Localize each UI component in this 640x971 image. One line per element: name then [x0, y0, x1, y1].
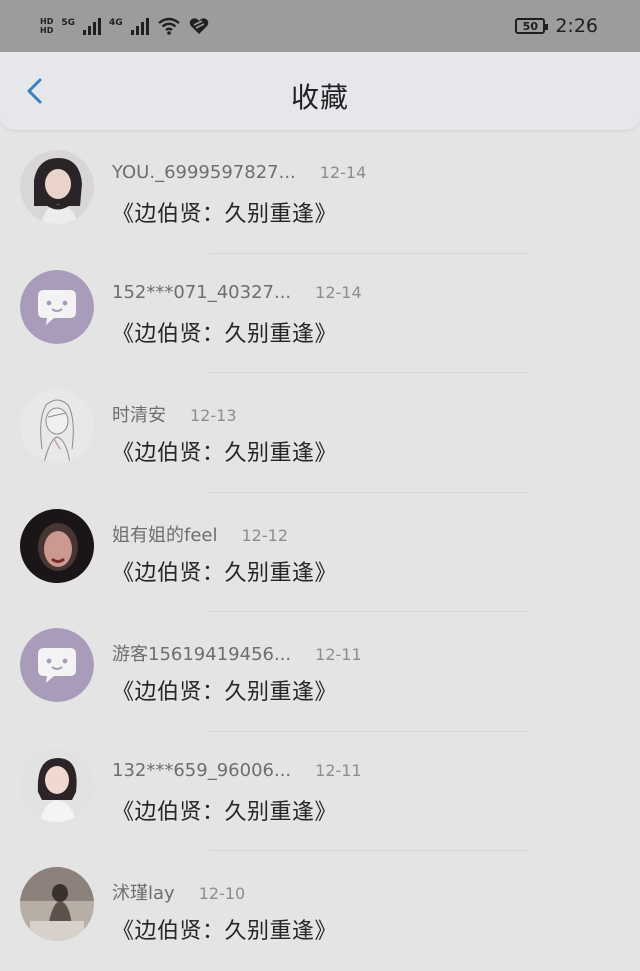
battery-icon: 50	[515, 18, 549, 34]
list-item[interactable]: 姐有姐的feel 12-12 《边伯贤：久别重逢》	[0, 493, 640, 612]
date-label: 12-11	[315, 645, 362, 664]
signal-icon	[130, 17, 149, 35]
date-label: 12-14	[315, 282, 362, 302]
collection-title: 《边伯贤：久别重逢》	[112, 202, 338, 227]
username: 132***659_96006...	[112, 759, 292, 781]
title-bar: 收藏	[0, 52, 640, 130]
status-bar: HD HD 5G 4G 50 2:26	[0, 0, 640, 52]
photo-portrait-icon[interactable]	[20, 150, 94, 224]
clock: 2:26	[555, 15, 598, 37]
username: 游客15619419456...	[112, 644, 292, 665]
list-item[interactable]: 152***071_40327... 12-14 《边伯贤：久别重逢》	[0, 254, 640, 373]
username: 152***071_40327...	[112, 281, 292, 303]
collection-title: 《边伯贤：久别重逢》	[112, 680, 338, 705]
wifi-icon	[157, 17, 180, 35]
photo-portrait-icon[interactable]	[20, 747, 94, 822]
date-label: 12-10	[198, 884, 246, 903]
status-right: 50 2:26	[515, 15, 598, 37]
list-item[interactable]: 游客15619419456... 12-11 《边伯贤：久别重逢》	[0, 612, 640, 732]
date-label: 12-14	[319, 163, 367, 182]
sketch-girl-icon[interactable]	[20, 389, 94, 463]
username: YOU._6999597827...	[112, 162, 296, 183]
collection-title: 《边伯贤：久别重逢》	[112, 799, 338, 825]
network-5g-label: 5G	[61, 18, 75, 28]
heart-app-icon	[189, 18, 208, 34]
photo-room-icon[interactable]	[20, 867, 94, 941]
collection-title: 《边伯贤：久别重逢》	[112, 560, 338, 586]
date-label: 12-12	[241, 525, 289, 545]
hd-label-2: HD	[40, 26, 54, 35]
username: 沭瑾lay	[112, 883, 175, 904]
list-item[interactable]: 沭瑾lay 12-10 《边伯贤：久别重逢》	[0, 851, 640, 971]
collection-title: 《边伯贤：久别重逢》	[112, 321, 338, 347]
network-4g-label: 4G	[109, 18, 123, 28]
battery-level: 50	[522, 19, 538, 33]
collection-title: 《边伯贤：久别重逢》	[112, 919, 338, 944]
date-label: 12-11	[315, 760, 362, 780]
signal-icon	[83, 17, 101, 35]
list-item[interactable]: 时清安 12-13 《边伯贤：久别重逢》	[0, 373, 640, 493]
username: 时清安	[112, 405, 166, 426]
list-item[interactable]: YOU._6999597827... 12-14 《边伯贤：久别重逢》	[0, 134, 640, 254]
username: 姐有姐的feel	[112, 524, 218, 546]
page-title: 收藏	[290, 81, 349, 114]
list-item[interactable]: 132***659_96006... 12-11 《边伯贤：久别重逢》	[0, 732, 640, 851]
status-icons: HD HD 5G 4G	[40, 16, 209, 36]
favorites-list: YOU._6999597827... 12-14 《边伯贤：久别重逢》 152*…	[0, 134, 640, 971]
hd-indicator: HD HD	[40, 17, 53, 35]
collection-title: 《边伯贤：久别重逢》	[112, 441, 338, 466]
photo-face-icon[interactable]	[20, 508, 94, 583]
date-label: 12-13	[190, 406, 237, 425]
chat-bubble-icon[interactable]	[20, 628, 94, 702]
chat-bubble-icon[interactable]	[20, 269, 94, 344]
hd-label-1: HD	[40, 17, 54, 26]
